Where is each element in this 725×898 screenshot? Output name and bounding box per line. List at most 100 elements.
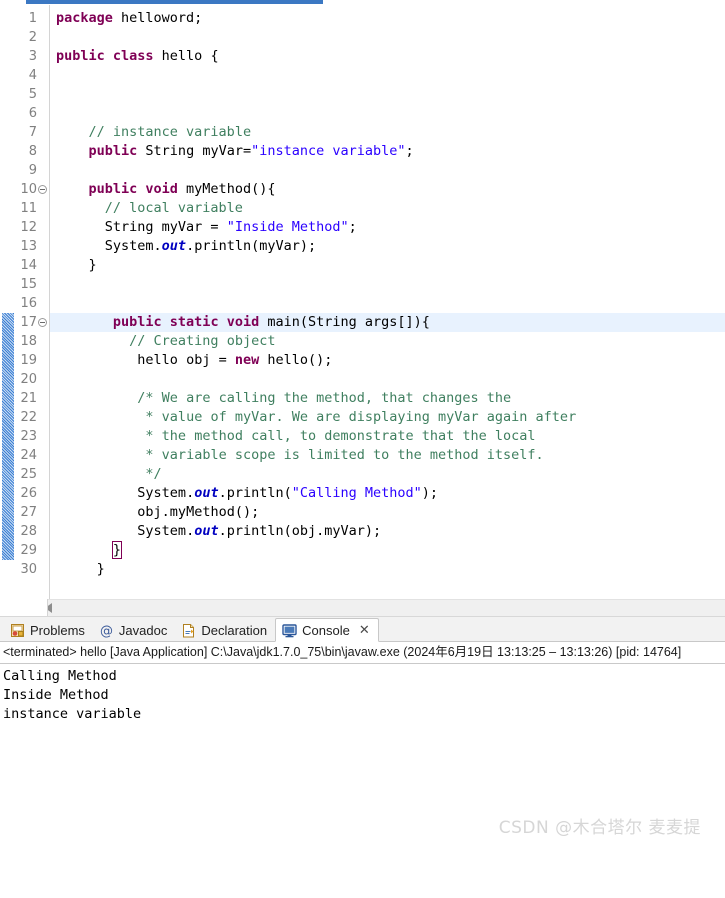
code-line[interactable]: * variable scope is limited to the metho… <box>50 446 543 465</box>
view-tab-label: Javadoc <box>118 622 168 638</box>
code-token-kw: public static void <box>112 314 260 330</box>
code-line[interactable]: } <box>50 541 123 560</box>
code-token-plain: .println( <box>218 485 292 501</box>
code-line[interactable]: // Creating object <box>50 332 275 351</box>
line-number: 29 <box>20 543 37 558</box>
line-number: 13 <box>20 239 37 254</box>
line-number: 7 <box>28 125 37 140</box>
code-token-kw: public class <box>56 48 154 64</box>
problems-icon <box>10 623 25 638</box>
code-token-kw: new <box>234 352 260 368</box>
line-number: 15 <box>20 277 37 292</box>
code-token-plain: .println(obj.myVar); <box>218 523 382 539</box>
annotation-ruler[interactable] <box>0 5 15 616</box>
line-number: 30 <box>20 562 37 577</box>
code-token-plain: System. <box>137 523 195 539</box>
code-text-area[interactable]: package helloword; public class hello { //… <box>50 5 725 616</box>
bottom-view-tabs[interactable]: Problems @ Javadoc Declaration Console ✕ <box>0 617 725 642</box>
code-token-str: "Calling Method" <box>291 485 422 501</box>
fold-collapse-icon[interactable] <box>38 185 48 195</box>
code-token-plain: hello { <box>153 48 219 64</box>
code-line[interactable]: * value of myVar. We are displaying myVa… <box>50 408 576 427</box>
code-line[interactable]: public String myVar="instance variable"; <box>50 142 414 161</box>
code-line[interactable]: /* We are calling the method, that chang… <box>50 389 511 408</box>
line-number: 26 <box>20 486 37 501</box>
code-line[interactable]: public void myMethod(){ <box>50 180 276 199</box>
code-token-plain: } <box>96 561 105 577</box>
code-line[interactable]: public class hello { <box>50 47 219 66</box>
line-number: 11 <box>20 201 37 216</box>
code-token-plain: obj.myMethod(); <box>137 504 260 520</box>
line-number: 23 <box>20 429 37 444</box>
code-token-plain: String myVar= <box>137 143 252 159</box>
code-line[interactable]: hello obj = new hello(); <box>50 351 332 370</box>
code-token-plain: myMethod(){ <box>177 181 276 197</box>
code-line[interactable]: */ <box>50 465 162 484</box>
line-number: 22 <box>20 410 37 425</box>
code-line[interactable]: System.out.println("Calling Method"); <box>50 484 438 503</box>
line-number: 17 <box>20 315 37 330</box>
code-token-plain: ; <box>348 219 357 235</box>
code-line[interactable]: obj.myMethod(); <box>50 503 259 522</box>
line-number: 21 <box>20 391 37 406</box>
code-token-plain: ; <box>405 143 414 159</box>
code-line[interactable]: * the method call, to demonstrate that t… <box>50 427 535 446</box>
code-token-kw: public <box>88 143 138 159</box>
code-line[interactable]: package helloword; <box>50 9 202 28</box>
close-icon[interactable]: ✕ <box>359 622 370 638</box>
code-token-kw: public void <box>88 181 178 197</box>
code-token-plain: helloword; <box>112 10 203 26</box>
code-token-plain: ); <box>421 485 439 501</box>
csdn-watermark: CSDN @木合塔尔 麦麦提 <box>498 818 701 838</box>
line-number: 19 <box>20 353 37 368</box>
code-token-plain: } <box>88 257 97 273</box>
code-line[interactable]: } <box>50 560 105 579</box>
line-number-gutter: 1 2 3 4 5 6 7 8 9 10 11 12 13 14 15 16 17 18 19 20 21 22 23 24 2… <box>15 5 50 616</box>
code-token-str: "instance variable" <box>251 143 406 159</box>
code-editor[interactable]: 1 2 3 4 5 6 7 8 9 10 11 12 13 14 15 16 17 18 19 20 21 22 23 24 2… <box>0 5 725 617</box>
view-tab-javadoc[interactable]: @ Javadoc <box>93 619 175 641</box>
code-token-fld: out <box>194 485 219 501</box>
code-line[interactable]: // local variable <box>50 199 243 218</box>
line-number: 6 <box>28 106 37 121</box>
code-line[interactable]: String myVar = "Inside Method"; <box>50 218 357 237</box>
javadoc-icon: @ <box>99 623 114 639</box>
declaration-icon <box>181 623 196 638</box>
view-tab-declaration[interactable]: Declaration <box>175 619 275 641</box>
view-tab-label: Problems <box>30 622 85 638</box>
code-token-cmt: */ <box>137 466 162 482</box>
code-token-cmt: // local variable <box>104 200 243 216</box>
code-line[interactable]: System.out.println(obj.myVar); <box>50 522 381 541</box>
code-line[interactable]: // instance variable <box>50 123 252 142</box>
editor-horizontal-scrollbar[interactable] <box>0 599 725 616</box>
line-number: 12 <box>20 220 37 235</box>
line-number: 16 <box>20 296 37 311</box>
line-number: 2 <box>28 30 37 45</box>
console-output[interactable]: Calling Method Inside Method instance va… <box>0 663 725 898</box>
line-number: 9 <box>28 163 37 178</box>
bottom-view-panel: Problems @ Javadoc Declaration Console ✕ <ter… <box>0 617 725 898</box>
line-number: 27 <box>20 505 37 520</box>
line-number: 20 <box>20 372 37 387</box>
code-token-plain: System. <box>137 485 195 501</box>
line-number: 18 <box>20 334 37 349</box>
line-number: 5 <box>28 87 37 102</box>
view-tab-label: Declaration <box>201 622 268 638</box>
code-token-plain: .println(myVar); <box>186 238 317 254</box>
console-launch-info: <terminated> hello [Java Application] C:… <box>0 642 725 663</box>
code-token-kw: package <box>56 10 113 26</box>
change-bar <box>2 313 14 560</box>
code-token-str: "Inside Method" <box>226 219 349 235</box>
code-token-plain: String myVar = <box>104 219 227 235</box>
code-token-cmt: /* We are calling the method, that chang… <box>137 390 512 406</box>
code-line[interactable]: public static void main(String args[]){ <box>50 313 430 332</box>
view-tab-problems[interactable]: Problems <box>4 619 93 641</box>
code-token-plain: } <box>111 541 123 559</box>
code-token-plain: System. <box>104 238 162 254</box>
code-line[interactable]: } <box>50 256 97 275</box>
code-token-cmt: // Creating object <box>129 333 276 349</box>
code-line[interactable]: System.out.println(myVar); <box>50 237 316 256</box>
fold-collapse-icon[interactable] <box>38 318 48 328</box>
view-tab-console[interactable]: Console ✕ <box>275 618 379 642</box>
console-icon <box>282 623 297 638</box>
